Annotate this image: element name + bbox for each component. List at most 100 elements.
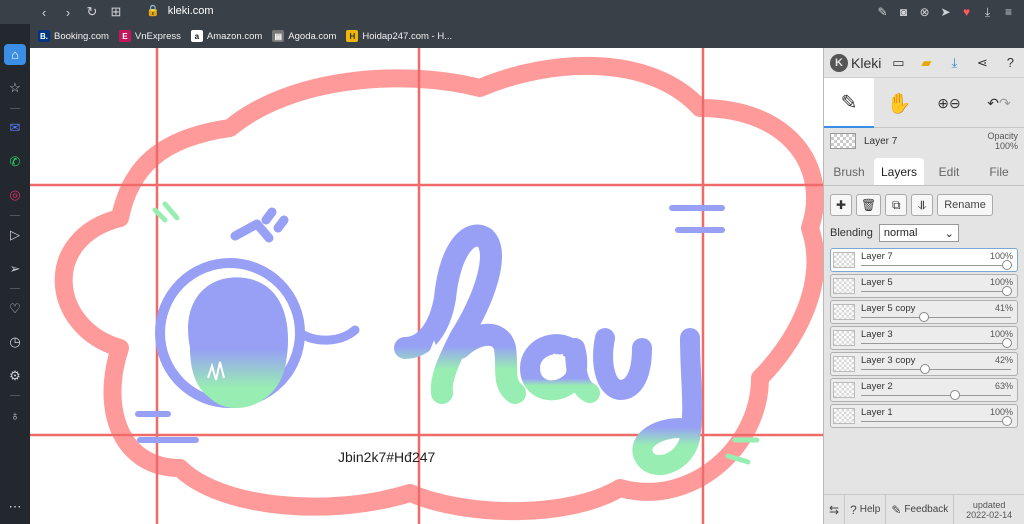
bookmark-booking[interactable]: B. Booking.com xyxy=(38,30,109,42)
opacity-value: 100% xyxy=(994,141,1018,151)
more-icon[interactable]: ⋯ xyxy=(4,497,26,518)
zoom-out-icon[interactable]: ⊖ xyxy=(949,95,961,112)
bookmark-hoidap247[interactable]: H Hoidap247.com - H... xyxy=(346,30,452,42)
block-icon[interactable]: ⊗ xyxy=(915,0,934,24)
heart-outline-icon[interactable]: ♡ xyxy=(4,298,26,319)
opacity-slider-handle[interactable] xyxy=(1002,416,1012,426)
bookmarks-bar: B. Booking.com E VnExpress a Amazon.com … xyxy=(30,24,1024,48)
layer-row[interactable]: Layer 5 copy 41% xyxy=(830,300,1018,324)
agoda-favicon-icon: ▤ xyxy=(272,30,285,42)
swap-button[interactable]: ⇆ xyxy=(824,494,846,524)
send-icon[interactable]: ➢ xyxy=(4,258,26,279)
redo-icon[interactable]: ↷ xyxy=(999,95,1011,112)
layer-row[interactable]: Layer 3 copy 42% xyxy=(830,352,1018,376)
save-folder-icon[interactable]: ▰ xyxy=(915,52,937,74)
bookmark-amazon[interactable]: a Amazon.com xyxy=(190,30,262,42)
tab-brush[interactable]: Brush xyxy=(824,158,874,185)
download-icon[interactable]: ⤓ xyxy=(978,0,997,24)
gear-icon[interactable]: ⚙ xyxy=(4,365,26,386)
opacity-slider-handle[interactable] xyxy=(1002,286,1012,296)
send-icon[interactable]: ➤ xyxy=(936,0,955,24)
layer-row[interactable]: Layer 1 100% xyxy=(830,404,1018,428)
blending-label: Blending xyxy=(830,227,873,239)
opacity-slider-track[interactable] xyxy=(861,317,1011,318)
heart-icon[interactable]: ♥ xyxy=(957,0,976,24)
clock-icon[interactable]: ◷ xyxy=(4,332,26,353)
opacity-slider-track[interactable] xyxy=(861,369,1011,370)
opacity-slider-handle[interactable] xyxy=(918,312,929,322)
edit-icon[interactable]: ✎ xyxy=(873,0,892,24)
blending-select[interactable]: normal ⌄ xyxy=(878,224,959,242)
menu-icon[interactable]: ≡ xyxy=(999,0,1018,24)
updated-info: updated 2022-02-14 xyxy=(954,500,1024,520)
opacity-slider-track[interactable] xyxy=(861,265,1011,266)
reload-icon[interactable]: ↻ xyxy=(80,0,104,24)
drawing-canvas[interactable]: Jbin2k7#Hđ247 xyxy=(30,48,823,524)
layer-opacity: 41% xyxy=(994,303,1013,313)
opacity-slider-handle[interactable] xyxy=(1002,338,1012,348)
opacity-slider-track[interactable] xyxy=(861,291,1011,292)
bookmark-agoda[interactable]: ▤ Agoda.com xyxy=(272,30,336,42)
layer-row[interactable]: Layer 3 100% xyxy=(830,326,1018,350)
duplicate-layer-button[interactable]: ⧉ xyxy=(885,194,908,216)
layer-row[interactable]: Layer 2 63% xyxy=(830,378,1018,402)
tab-edit[interactable]: Edit xyxy=(924,158,974,185)
brush-tool-icon[interactable]: ✎ xyxy=(824,78,874,128)
messenger-icon[interactable]: ✉ xyxy=(4,118,26,139)
star-icon[interactable]: ☆ xyxy=(4,77,26,98)
updated-label: updated xyxy=(972,499,1006,510)
play-icon[interactable]: ▷ xyxy=(4,225,26,246)
purple-dash xyxy=(669,205,725,233)
feedback-button[interactable]: ✎ Feedback xyxy=(886,494,955,524)
lightbulb-icon[interactable]: ♁ xyxy=(4,405,26,426)
help-circle-icon[interactable]: ? xyxy=(999,52,1021,74)
opacity-slider-track[interactable] xyxy=(861,343,1011,344)
download-icon[interactable]: ⤓ xyxy=(943,52,965,74)
undo-icon[interactable]: ↶ xyxy=(987,95,999,112)
opacity-slider-handle[interactable] xyxy=(1002,260,1012,270)
layer-row[interactable]: Layer 7 100% xyxy=(830,248,1018,272)
address-bar[interactable]: 🔒 kleki.com xyxy=(146,4,214,18)
hand-tool-icon[interactable]: ✋ xyxy=(874,78,924,128)
layer-name: Layer 3 xyxy=(861,329,893,340)
opacity-label: Opacity xyxy=(987,131,1018,141)
bookmark-vnexpress[interactable]: E VnExpress xyxy=(118,30,181,42)
layer-thumbnail xyxy=(833,382,855,398)
zoom-in-icon[interactable]: ⊕ xyxy=(937,95,949,112)
layer-row[interactable]: Layer 5 100% xyxy=(830,274,1018,298)
delete-layer-button[interactable]: 🗑 xyxy=(856,194,882,216)
current-layer-info: Layer 7 Opacity 100% xyxy=(824,128,1024,154)
updated-date: 2022-02-14 xyxy=(966,509,1013,520)
layer-name: Layer 5 xyxy=(861,277,893,288)
tab-file[interactable]: File xyxy=(974,158,1024,185)
merge-layer-button[interactable]: ⥥ xyxy=(911,194,934,216)
opacity-slider-handle[interactable] xyxy=(920,364,931,374)
layer-thumbnail xyxy=(833,408,855,424)
add-layer-button[interactable]: ✚ xyxy=(830,194,852,216)
new-image-icon[interactable]: ▭ xyxy=(887,52,909,74)
instagram-icon[interactable]: ◎ xyxy=(4,184,26,205)
layer-opacity: 100% xyxy=(989,329,1013,339)
home-icon[interactable]: ⌂ xyxy=(4,44,26,66)
forward-icon[interactable]: › xyxy=(56,0,80,24)
layer-actions: ✚ 🗑 ⧉ ⥥ Rename xyxy=(824,186,1024,220)
amazon-favicon-icon: a xyxy=(190,30,203,42)
help-button[interactable]: ? Help xyxy=(845,494,887,524)
kleki-logo[interactable]: K Kleki xyxy=(830,53,881,72)
bookmark-label: VnExpress xyxy=(134,30,181,42)
browser-toolbar: ‹ › ↻ ⊞ 🔒 kleki.com ✎ ◙ ⊗ ➤ ♥ ⤓ ≡ xyxy=(0,0,1024,24)
rename-layer-button[interactable]: Rename xyxy=(937,194,993,216)
layer-thumbnail xyxy=(833,356,855,372)
share-icon[interactable]: ⋖ xyxy=(971,52,993,74)
grid-icon[interactable]: ⊞ xyxy=(104,0,128,24)
booking-favicon-icon: B. xyxy=(38,30,50,42)
camera-icon[interactable]: ◙ xyxy=(894,0,913,24)
current-layer-name: Layer 7 xyxy=(864,135,898,147)
opacity-slider-track[interactable] xyxy=(861,395,1011,396)
back-icon[interactable]: ‹ xyxy=(32,0,56,24)
url-text[interactable]: kleki.com xyxy=(168,5,214,17)
tab-layers[interactable]: Layers xyxy=(874,158,924,185)
opacity-slider-handle[interactable] xyxy=(949,390,960,400)
whatsapp-icon[interactable]: ✆ xyxy=(4,151,26,172)
opacity-slider-track[interactable] xyxy=(861,421,1011,422)
